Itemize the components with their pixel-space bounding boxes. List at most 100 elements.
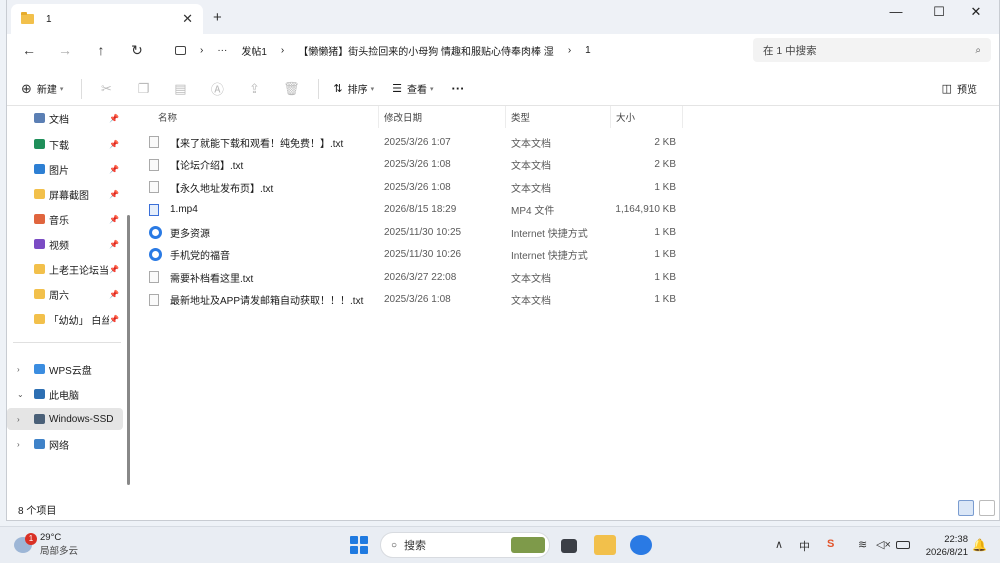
sidebar-item-label: 此电脑 bbox=[49, 390, 79, 402]
pin-icon: 📌 bbox=[109, 139, 119, 149]
breadcrumb-overflow-button[interactable]: ··· bbox=[217, 45, 227, 56]
command-bar: ⊕ 新建 ▾ ✂ ❐ ▤ Ⓐ ⇪ 🗑 ⇅ 排序 ▾ ☰ 查看 ▾ ··· ◫ 预… bbox=[7, 72, 999, 106]
pin-icon: 📌 bbox=[109, 113, 119, 123]
windows-logo-tile bbox=[350, 536, 358, 544]
sidebar-item[interactable]: 「幼幼」 白丝 📌 bbox=[7, 308, 123, 330]
file-explorer-icon[interactable] bbox=[594, 535, 616, 555]
new-button[interactable]: ⊕ 新建 ▾ bbox=[21, 81, 63, 97]
share-icon[interactable]: ⇪ bbox=[244, 81, 264, 97]
taskbar-search[interactable]: ○ 搜索 bbox=[380, 532, 550, 558]
column-header-size[interactable]: 大小 bbox=[611, 106, 683, 128]
sidebar-item-label: 屏幕截图 bbox=[49, 190, 89, 202]
weather-widget[interactable]: 1 29°C 局部多云 bbox=[14, 532, 78, 557]
sidebar-item[interactable]: 文档 📌 bbox=[7, 107, 123, 129]
file-date: 2025/3/26 1:08 bbox=[384, 294, 451, 305]
volume-icon[interactable]: ◁× bbox=[876, 538, 891, 551]
pin-icon: 📌 bbox=[109, 289, 119, 299]
notification-bell-icon[interactable]: 🔔 bbox=[972, 538, 987, 552]
preview-button[interactable]: ◫ 预览 bbox=[942, 81, 977, 96]
sidebar-item[interactable]: ⌄ 此电脑 bbox=[7, 383, 123, 405]
file-row[interactable]: 手机党的福音 2025/11/30 10:26 Internet 快捷方式 1 KB bbox=[149, 244, 679, 266]
start-button[interactable] bbox=[350, 536, 368, 554]
file-name: 需要补档看这里.txt bbox=[170, 273, 254, 285]
column-header-date[interactable]: 修改日期 bbox=[379, 106, 506, 128]
sidebar-item-label: Windows-SSD bbox=[49, 413, 114, 425]
sogou-icon[interactable]: S bbox=[827, 538, 834, 550]
sidebar-item[interactable]: › Windows-SSD bbox=[7, 408, 123, 430]
folder-icon bbox=[21, 12, 34, 24]
file-type: 文本文档 bbox=[511, 138, 551, 150]
folder-icon bbox=[34, 289, 45, 299]
sidebar-item[interactable]: 下载 📌 bbox=[7, 133, 123, 155]
paste-icon[interactable]: ▤ bbox=[170, 81, 190, 97]
breadcrumb-item-fatie1[interactable]: 发帖1 bbox=[241, 43, 267, 58]
close-button[interactable]: ✕ bbox=[961, 4, 991, 20]
item-count: 8 个项目 bbox=[18, 505, 57, 517]
wifi-icon[interactable]: ≋ bbox=[858, 538, 867, 551]
task-view-icon[interactable] bbox=[561, 539, 577, 553]
file-row[interactable]: 更多资源 2025/11/30 10:25 Internet 快捷方式 1 KB bbox=[149, 221, 679, 243]
windows-logo-tile bbox=[360, 536, 368, 544]
sidebar-item[interactable]: 周六 📌 bbox=[7, 283, 123, 305]
new-tab-button[interactable]: + bbox=[213, 9, 222, 26]
videos-icon bbox=[34, 239, 45, 249]
file-size: 2 KB bbox=[654, 136, 676, 148]
up-button[interactable]: ↑ bbox=[83, 42, 119, 58]
maximize-button[interactable]: ☐ bbox=[924, 4, 954, 20]
clock[interactable]: 22:38 2026/8/21 bbox=[926, 533, 968, 559]
sidebar-scrollbar[interactable] bbox=[126, 110, 131, 500]
forward-button[interactable]: → bbox=[47, 42, 83, 58]
view-label: 查看 bbox=[407, 85, 428, 96]
file-type: 文本文档 bbox=[511, 296, 551, 307]
column-header-type[interactable]: 类型 bbox=[506, 106, 611, 128]
cut-icon[interactable]: ✂ bbox=[96, 81, 116, 97]
tab-close-icon[interactable]: ✕ bbox=[182, 11, 193, 27]
sidebar-item[interactable]: › 网络 bbox=[7, 433, 123, 455]
back-button[interactable]: ← bbox=[11, 42, 47, 58]
file-row[interactable]: 【来了就能下载和观看！纯免费！】.txt 2025/3/26 1:07 文本文档 2 … bbox=[149, 131, 679, 153]
address-bar[interactable]: › ··· 发帖1 › 【懒懒猪】街头捡回来的小母狗 情趣和服贴心侍奉肉棒 湿 … bbox=[167, 37, 751, 63]
minimize-button[interactable]: — bbox=[881, 4, 911, 19]
file-row[interactable]: 【论坛介绍】.txt 2025/3/26 1:08 文本文档 2 KB bbox=[149, 154, 679, 176]
file-row[interactable]: 需要补档看这里.txt 2026/3/27 22:08 文本文档 1 KB bbox=[149, 266, 679, 288]
sidebar-item[interactable]: 屏幕截图 📌 bbox=[7, 183, 123, 205]
expand-chevron-icon[interactable]: ⌄ bbox=[17, 390, 24, 399]
expand-chevron-icon[interactable]: › bbox=[17, 415, 20, 424]
more-button[interactable]: ··· bbox=[452, 81, 465, 96]
input-method-icon[interactable]: 中 bbox=[799, 538, 810, 554]
sidebar-item[interactable]: 视频 📌 bbox=[7, 233, 123, 255]
copy-icon[interactable]: ❐ bbox=[133, 81, 153, 97]
column-header-name[interactable]: 名称 bbox=[153, 106, 379, 128]
expand-chevron-icon[interactable]: › bbox=[17, 365, 20, 374]
rename-icon[interactable]: Ⓐ bbox=[207, 79, 227, 98]
sidebar-item[interactable]: 图片 📌 bbox=[7, 158, 123, 180]
file-row[interactable]: 【永久地址发布页】.txt 2025/3/26 1:08 文本文档 1 KB bbox=[149, 176, 679, 198]
sort-button[interactable]: ⇅ 排序 ▾ bbox=[333, 81, 374, 96]
file-row[interactable]: 最新地址及APP请发邮箱自动获取！！！.txt 2025/3/26 1:08 文本文… bbox=[149, 289, 679, 311]
delete-icon[interactable]: 🗑 bbox=[281, 81, 301, 97]
expand-chevron-icon[interactable]: › bbox=[17, 440, 20, 449]
battery-icon[interactable] bbox=[896, 541, 910, 549]
sidebar-item[interactable]: › WPS云盘 bbox=[7, 358, 123, 380]
scrollbar-thumb[interactable] bbox=[127, 215, 130, 485]
tab-folder-1[interactable]: 1 ✕ bbox=[11, 4, 203, 34]
file-size: 1 KB bbox=[654, 271, 676, 283]
breadcrumb-item-current[interactable]: 1 bbox=[585, 45, 591, 56]
sidebar-item[interactable]: 音乐 📌 bbox=[7, 208, 123, 230]
sidebar-item[interactable]: 上老王论坛当 📌 bbox=[7, 258, 123, 280]
refresh-button[interactable]: ↻ bbox=[119, 42, 155, 59]
file-row[interactable]: 1.mp4 2026/8/15 18:29 MP4 文件 1,164,910 KB bbox=[149, 199, 679, 221]
file-size: 1 KB bbox=[654, 294, 676, 305]
breadcrumb-item-album[interactable]: 【懒懒猪】街头捡回来的小母狗 情趣和服贴心侍奉肉棒 湿 bbox=[298, 43, 554, 58]
file-name: 【论坛介绍】.txt bbox=[170, 161, 244, 172]
tray-overflow-icon[interactable]: ∧ bbox=[775, 538, 783, 551]
windows-logo-tile bbox=[360, 546, 368, 554]
file-name: 1.mp4 bbox=[170, 204, 198, 215]
column-label: 名称 bbox=[158, 113, 178, 124]
view-button[interactable]: ☰ 查看 ▾ bbox=[392, 81, 433, 96]
file-name: 【永久地址发布页】.txt bbox=[170, 183, 274, 195]
search-input[interactable]: 在 1 中搜索 ⌕ bbox=[753, 38, 991, 62]
browser-icon[interactable] bbox=[630, 535, 652, 555]
details-view-button[interactable] bbox=[958, 500, 974, 516]
tiles-view-button[interactable] bbox=[979, 500, 995, 516]
